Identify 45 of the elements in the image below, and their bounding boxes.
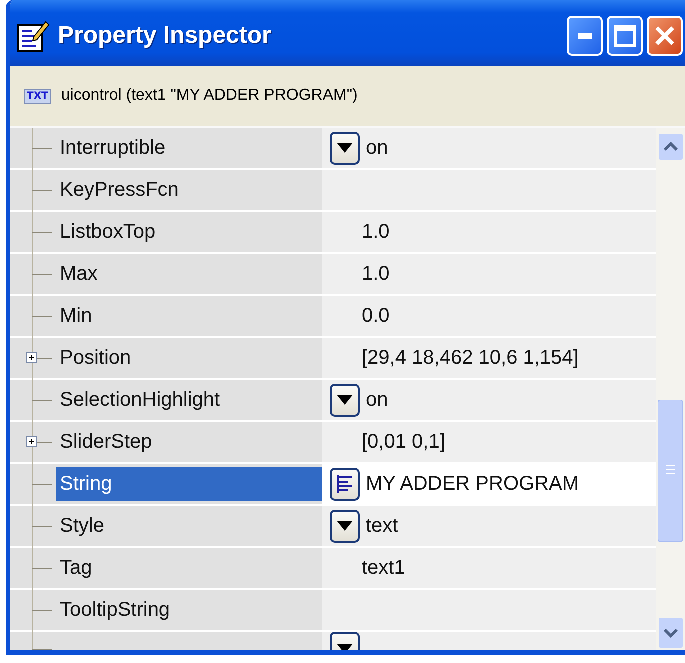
property-value: 1.0 bbox=[361, 220, 390, 244]
close-button[interactable] bbox=[647, 16, 683, 56]
property-value[interactable]: MY ADDER PROGRAM bbox=[366, 472, 579, 496]
expand-icon[interactable] bbox=[26, 352, 37, 363]
property-name[interactable]: KeyPressFcn bbox=[56, 173, 185, 207]
minimize-button[interactable] bbox=[567, 16, 603, 56]
property-value: [0,01 0,1] bbox=[361, 430, 446, 454]
property-name[interactable]: Tag bbox=[56, 551, 98, 585]
text-object-badge: TXT bbox=[24, 88, 52, 104]
property-value: on bbox=[366, 136, 388, 160]
text-editor-button[interactable] bbox=[330, 468, 360, 500]
minimize-icon bbox=[578, 33, 592, 39]
property-value: text bbox=[366, 514, 398, 538]
caret-icon bbox=[336, 520, 354, 532]
property-name[interactable]: Interruptible bbox=[56, 131, 172, 165]
close-icon bbox=[654, 25, 676, 47]
dropdown-button[interactable] bbox=[330, 132, 360, 164]
scroll-thumb[interactable] bbox=[658, 400, 683, 542]
property-name[interactable]: ListboxTop bbox=[56, 215, 162, 249]
property-name[interactable]: String bbox=[56, 467, 322, 501]
property-value: 0.0 bbox=[361, 304, 390, 328]
dropdown-button[interactable] bbox=[330, 384, 360, 416]
property-name[interactable]: Min bbox=[56, 299, 98, 333]
property-name[interactable]: TooltipString bbox=[56, 593, 176, 627]
scroll-down-button[interactable] bbox=[658, 618, 682, 648]
property-name[interactable]: Max bbox=[56, 257, 104, 291]
property-name[interactable]: Style bbox=[56, 509, 110, 543]
property-value: 1.0 bbox=[361, 262, 390, 286]
expand-icon[interactable] bbox=[26, 436, 37, 447]
property-name[interactable]: SliderStep bbox=[56, 425, 158, 459]
property-value: on bbox=[366, 388, 388, 412]
property-value: [29,4 18,462 10,6 1,154] bbox=[361, 346, 579, 370]
dropdown-button[interactable] bbox=[330, 510, 360, 542]
scroll-up-button[interactable] bbox=[658, 134, 682, 160]
property-value: text1 bbox=[361, 556, 406, 580]
maximize-icon bbox=[614, 25, 636, 47]
window-title: Property Inspector bbox=[58, 22, 272, 50]
text-lines-icon bbox=[336, 474, 354, 494]
property-name[interactable]: SelectionHighlight bbox=[56, 383, 226, 417]
caret-icon bbox=[336, 394, 354, 406]
object-label: uicontrol (text1 "MY ADDER PROGRAM") bbox=[61, 87, 358, 105]
maximize-button[interactable] bbox=[607, 16, 643, 56]
caret-icon bbox=[336, 142, 354, 154]
app-icon bbox=[16, 19, 50, 53]
property-name[interactable]: Position bbox=[56, 341, 138, 375]
